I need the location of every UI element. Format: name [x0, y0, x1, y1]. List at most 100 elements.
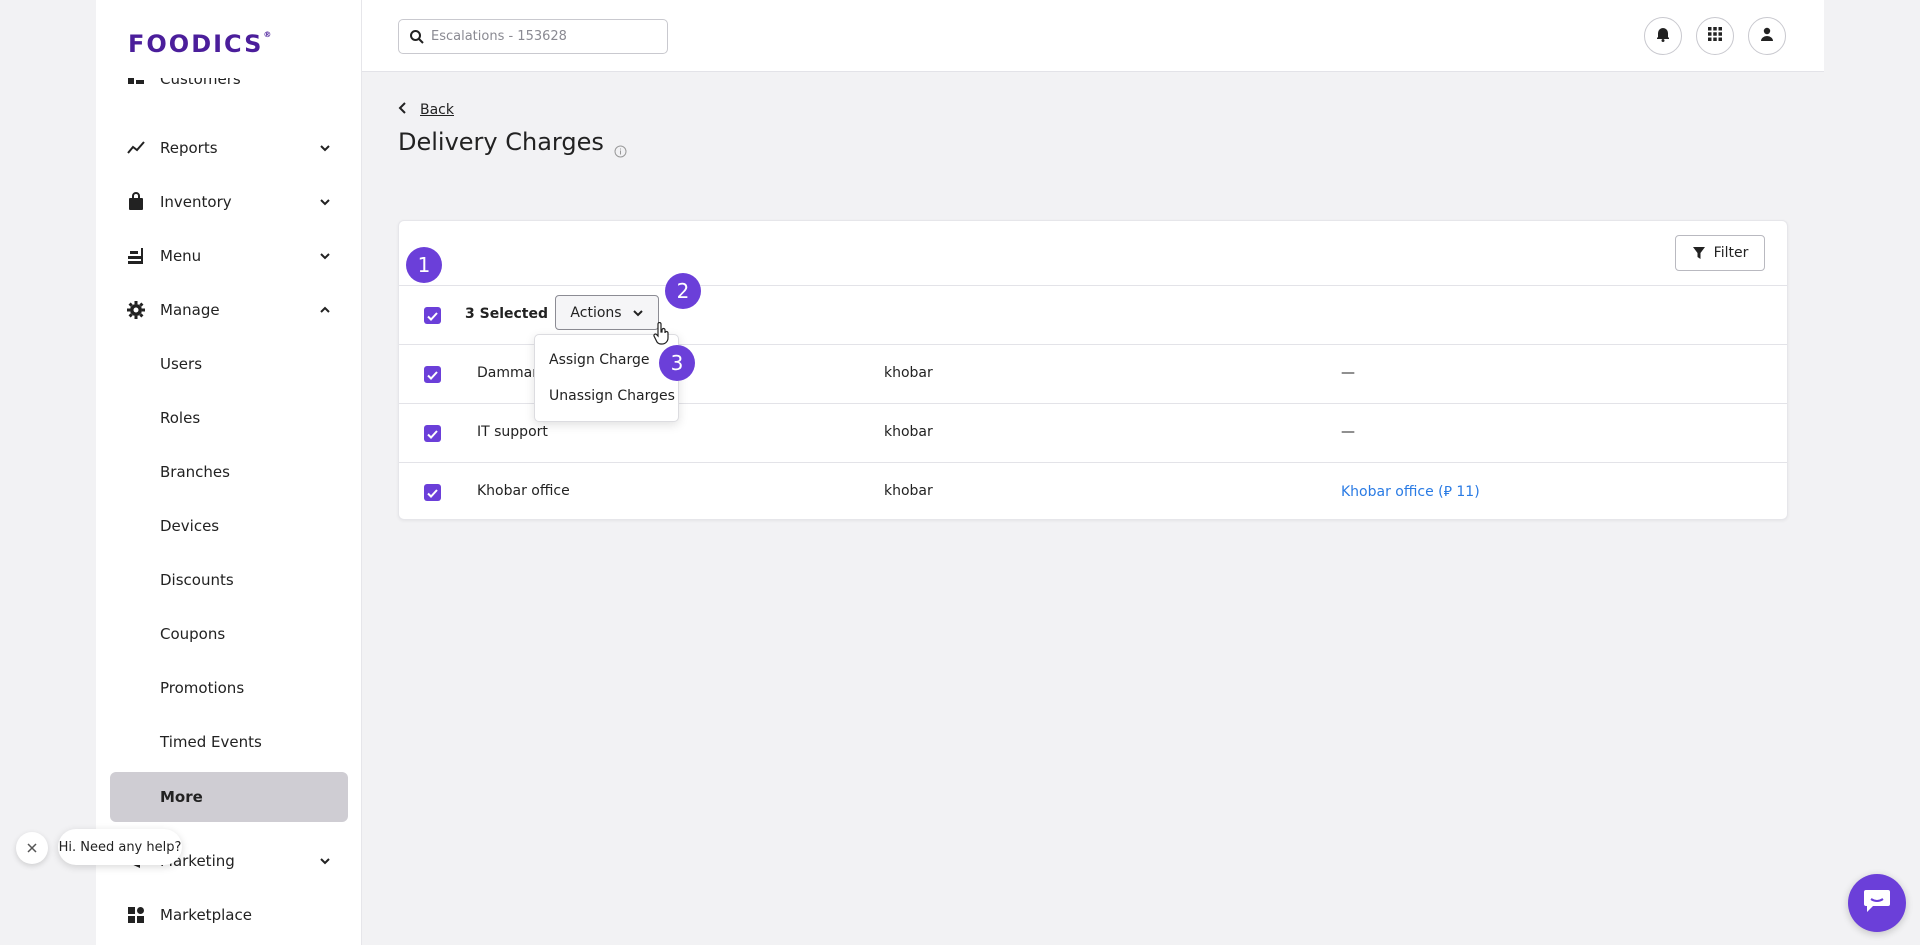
help-bubble[interactable]: Hi. Need any help? — [58, 829, 182, 865]
user-icon — [1759, 26, 1775, 46]
foodics-logo[interactable]: FOODICS® — [128, 30, 273, 58]
filter-label: Filter — [1713, 245, 1749, 261]
row-name: IT support — [477, 424, 548, 440]
help-bubble-text: Hi. Need any help? — [58, 839, 182, 855]
actions-label: Actions — [570, 304, 622, 321]
actions-dropdown-menu: Assign Charge Unassign Charges — [534, 334, 679, 422]
sidebar-item-label: Discounts — [160, 571, 234, 589]
sidebar-item-label: Promotions — [160, 679, 245, 697]
sidebar-item-label: Inventory — [160, 193, 232, 211]
filter-icon — [1692, 246, 1706, 260]
chat-launcher-button[interactable] — [1848, 874, 1906, 932]
sidebar-item-manage[interactable]: Manage — [96, 287, 361, 333]
select-all-checkbox[interactable] — [424, 307, 441, 324]
badge-number: 1 — [417, 253, 431, 277]
check-icon — [427, 483, 438, 502]
hand-cursor-icon — [653, 321, 671, 346]
row-city: khobar — [884, 424, 933, 440]
grid-apps-icon — [126, 905, 146, 925]
row-checkbox[interactable] — [424, 366, 441, 383]
sidebar-item-label: Roles — [160, 409, 201, 427]
notifications-button[interactable] — [1644, 17, 1682, 55]
page-title: Delivery Charges — [398, 128, 627, 157]
sidebar-item-timed-events[interactable]: Timed Events — [96, 719, 361, 765]
profile-button[interactable] — [1748, 17, 1786, 55]
menu-item-assign-charge[interactable]: Assign Charge — [549, 352, 650, 368]
sidebar-item-reports[interactable]: Reports — [96, 125, 361, 171]
page-title-text: Delivery Charges — [398, 128, 604, 156]
sidebar-item-coupons[interactable]: Coupons — [96, 611, 361, 657]
sidebar-item-promotions[interactable]: Promotions — [96, 665, 361, 711]
chevron-down-icon — [318, 141, 332, 155]
info-icon[interactable] — [614, 136, 627, 157]
row-checkbox[interactable] — [424, 484, 441, 501]
sidebar-item-branches[interactable]: Branches — [96, 449, 361, 495]
chevron-down-icon — [632, 307, 644, 319]
logo-text: FOODICS — [128, 30, 264, 58]
badge-number: 3 — [670, 351, 684, 375]
help-close-button[interactable] — [16, 832, 48, 864]
sidebar-item-more[interactable]: More — [110, 772, 348, 822]
menu-item-unassign-charges[interactable]: Unassign Charges — [549, 388, 675, 404]
search-icon — [409, 29, 425, 45]
check-icon — [427, 365, 438, 384]
badge-number: 2 — [676, 279, 690, 303]
close-icon — [26, 839, 38, 858]
sidebar-item-label: Menu — [160, 247, 202, 265]
row-checkbox[interactable] — [424, 425, 441, 442]
sidebar-item-label: Reports — [160, 139, 218, 157]
sidebar-item-label: More — [160, 788, 203, 806]
sidebar-item-menu[interactable]: Menu — [96, 233, 361, 279]
search-box[interactable] — [398, 19, 668, 54]
step-badge-3: 3 — [659, 345, 695, 381]
sidebar-item-label: Coupons — [160, 625, 226, 643]
step-badge-1: 1 — [406, 247, 442, 283]
check-icon — [427, 424, 438, 443]
back-label: Back — [420, 102, 454, 118]
row-city: khobar — [884, 483, 933, 499]
sidebar: FOODICS® Customers Reports Inventory Men… — [96, 0, 362, 945]
chart-line-icon — [126, 138, 146, 158]
sidebar-item-label: Devices — [160, 517, 220, 535]
sidebar-item-label: Users — [160, 355, 203, 373]
gear-icon — [126, 300, 146, 320]
sidebar-item-discounts[interactable]: Discounts — [96, 557, 361, 603]
search-input[interactable] — [431, 29, 661, 44]
step-badge-2: 2 — [665, 273, 701, 309]
sidebar-item-label: Branches — [160, 463, 230, 481]
sidebar-item-marketplace[interactable]: Marketplace — [96, 892, 361, 938]
back-link[interactable]: Back — [398, 102, 454, 118]
sidebar-item-customers[interactable]: Customers — [96, 78, 361, 98]
bell-icon — [1655, 26, 1671, 46]
sidebar-item-label: Customers — [160, 78, 241, 88]
row-charge: — — [1341, 424, 1355, 440]
sidebar-item-label: Timed Events — [160, 733, 262, 751]
row-charge: — — [1341, 365, 1355, 381]
customers-icon — [126, 78, 146, 90]
filter-button[interactable]: Filter — [1675, 235, 1765, 271]
table-row[interactable]: Khobar office khobar Khobar office (⃁ 11… — [399, 462, 1787, 520]
row-name: Khobar office — [477, 483, 570, 499]
top-bar — [362, 0, 1824, 72]
sidebar-item-label: Manage — [160, 301, 220, 319]
row-charge-link[interactable]: Khobar office (⃁ 11) — [1341, 482, 1480, 500]
sidebar-item-roles[interactable]: Roles — [96, 395, 361, 441]
apps-grid-icon — [1707, 26, 1723, 46]
food-icon — [126, 246, 146, 266]
actions-button[interactable]: Actions — [555, 295, 659, 330]
chevron-down-icon — [318, 854, 332, 868]
apps-button[interactable] — [1696, 17, 1734, 55]
chevron-down-icon — [318, 249, 332, 263]
shopping-bag-icon — [126, 192, 146, 212]
sidebar-item-users[interactable]: Users — [96, 341, 361, 387]
main-content: Back Delivery Charges Filter 3 Selected … — [362, 0, 1824, 945]
chevron-up-icon — [318, 303, 332, 317]
check-icon — [427, 306, 438, 325]
sidebar-item-label: Marketplace — [160, 906, 252, 924]
chevron-left-icon — [398, 102, 408, 118]
sidebar-item-devices[interactable]: Devices — [96, 503, 361, 549]
selected-count: 3 Selected — [465, 306, 548, 322]
chat-icon — [1863, 888, 1891, 918]
row-city: khobar — [884, 365, 933, 381]
sidebar-item-inventory[interactable]: Inventory — [96, 179, 361, 225]
